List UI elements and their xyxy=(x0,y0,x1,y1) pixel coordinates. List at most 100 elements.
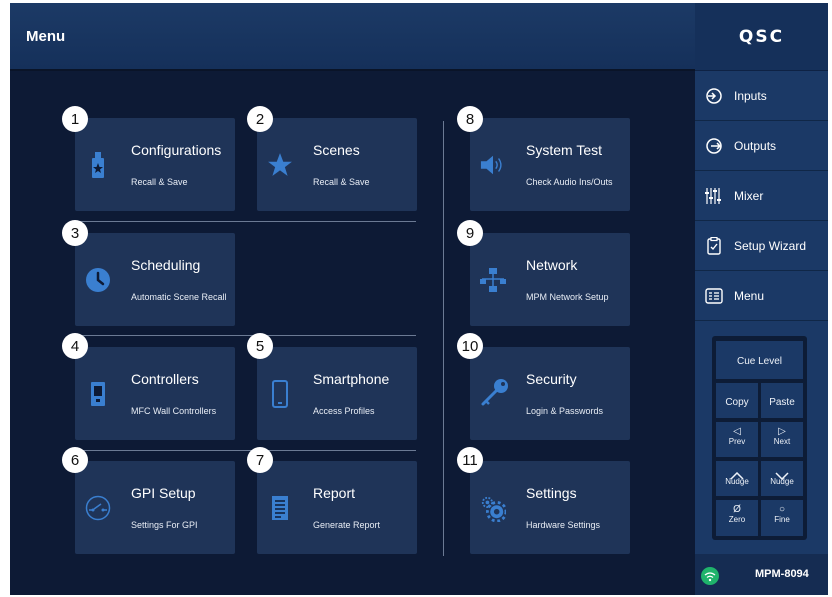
tile-number-badge: 4 xyxy=(62,333,88,359)
mixer-faders-icon xyxy=(705,187,723,205)
tile-title: Scheduling xyxy=(131,257,201,273)
button-label: Next xyxy=(773,437,791,446)
tile-title: System Test xyxy=(526,142,602,158)
menu-grid: Configurations Recall & Save 1 Scenes Re… xyxy=(10,71,695,595)
wifi-icon[interactable] xyxy=(701,567,719,585)
star-icon xyxy=(267,152,293,178)
tile-subtitle: Automatic Scene Recall xyxy=(131,292,227,302)
next-icon: ▷ xyxy=(778,426,786,437)
button-label: Fine xyxy=(774,515,790,524)
row-divider xyxy=(75,221,416,222)
page-title: Menu xyxy=(26,28,66,45)
tile-gpi-setup[interactable]: GPI Setup Settings For GPI xyxy=(75,461,235,554)
nav-label: Menu xyxy=(734,289,765,303)
tile-subtitle: Settings For GPI xyxy=(131,520,198,530)
app-frame: Menu Configurations Recall & Save 1 Scen… xyxy=(10,3,828,595)
column-divider xyxy=(443,121,444,556)
nav-label: Inputs xyxy=(734,89,767,103)
paste-button[interactable]: Paste xyxy=(761,383,803,418)
tile-smartphone[interactable]: Smartphone Access Profiles xyxy=(257,347,417,440)
tile-subtitle: Hardware Settings xyxy=(526,520,601,530)
tile-configurations[interactable]: Configurations Recall & Save xyxy=(75,118,235,211)
tile-subtitle: Recall & Save xyxy=(131,177,188,187)
zero-button[interactable]: Ø Zero xyxy=(716,500,758,536)
key-icon xyxy=(480,377,510,407)
tile-title: Smartphone xyxy=(313,371,390,387)
button-label: Paste xyxy=(769,397,795,408)
nudge-down-button[interactable]: Nudge xyxy=(761,461,803,496)
tile-subtitle: Generate Report xyxy=(313,520,381,530)
tile-subtitle: Check Audio Ins/Outs xyxy=(526,177,613,187)
gears-icon xyxy=(480,495,506,522)
clock-icon xyxy=(85,267,111,293)
tile-subtitle: MPM Network Setup xyxy=(526,292,609,302)
tile-title: GPI Setup xyxy=(131,485,196,501)
tile-number-badge: 8 xyxy=(457,106,483,132)
tile-title: Security xyxy=(526,371,577,387)
smartphone-icon xyxy=(267,380,293,408)
fine-icon: ○ xyxy=(778,504,786,515)
tile-title: Configurations xyxy=(131,142,222,158)
chevron-up-icon xyxy=(716,467,758,480)
input-arrow-icon xyxy=(705,87,723,105)
tile-subtitle: Access Profiles xyxy=(313,406,375,416)
tile-title: Controllers xyxy=(131,371,199,387)
nav-setup-wizard[interactable]: Setup Wizard xyxy=(695,221,828,271)
tile-subtitle: MFC Wall Controllers xyxy=(131,406,217,416)
tile-settings[interactable]: Settings Hardware Settings xyxy=(470,461,630,554)
wizard-clipboard-icon xyxy=(705,236,723,255)
cue-level-button[interactable]: Cue Level xyxy=(716,341,803,379)
speaker-icon xyxy=(480,152,506,178)
nav-outputs[interactable]: Outputs xyxy=(695,121,828,171)
nav-mixer[interactable]: Mixer xyxy=(695,171,828,221)
nav-menu[interactable]: Menu xyxy=(695,271,828,321)
zero-icon: Ø xyxy=(733,504,741,515)
tile-title: Report xyxy=(313,485,356,501)
button-label: Cue Level xyxy=(736,356,783,367)
header-bar: Menu xyxy=(10,3,695,71)
brand-area: QSC xyxy=(695,3,828,71)
chevron-down-icon xyxy=(761,467,803,481)
tile-number-badge: 7 xyxy=(247,447,273,473)
fine-button[interactable]: ○ Fine xyxy=(761,500,803,536)
qsc-logo: QSC xyxy=(738,26,785,47)
cue-controls: Cue Level Copy Paste ◁ Prev ▷ Next Nudge xyxy=(712,336,807,540)
output-arrow-icon xyxy=(705,137,723,155)
tile-title: Scenes xyxy=(313,142,360,158)
prev-icon: ◁ xyxy=(733,426,741,437)
gpi-switch-icon xyxy=(85,495,111,521)
prev-button[interactable]: ◁ Prev xyxy=(716,422,758,457)
network-icon xyxy=(480,267,506,293)
nav-label: Mixer xyxy=(734,189,764,203)
tile-report[interactable]: Report Generate Report xyxy=(257,461,417,554)
button-label: Copy xyxy=(725,397,749,408)
tile-scenes[interactable]: Scenes Recall & Save xyxy=(257,118,417,211)
tile-number-badge: 2 xyxy=(247,106,273,132)
menu-list-icon xyxy=(705,287,723,305)
tile-security[interactable]: Security Login & Passwords xyxy=(470,347,630,440)
row-divider xyxy=(75,335,416,336)
next-button[interactable]: ▷ Next xyxy=(761,422,803,457)
tile-title: Network xyxy=(526,257,578,273)
tile-system-test[interactable]: System Test Check Audio Ins/Outs xyxy=(470,118,630,211)
right-sidebar: QSC Inputs Outputs Mixer Setup Wizard Me… xyxy=(695,3,828,595)
button-label: Zero xyxy=(728,515,746,524)
row-divider xyxy=(75,450,416,451)
tile-title: Settings xyxy=(526,485,577,501)
status-bar: MPM-8094 xyxy=(695,554,828,595)
button-label: Prev xyxy=(728,437,746,446)
wall-controller-icon xyxy=(85,381,111,407)
tile-scheduling[interactable]: Scheduling Automatic Scene Recall xyxy=(75,233,235,326)
tile-subtitle: Login & Passwords xyxy=(526,406,604,416)
document-icon xyxy=(267,495,293,521)
nav-label: Setup Wizard xyxy=(734,239,807,253)
tile-network[interactable]: Network MPM Network Setup xyxy=(470,233,630,326)
tile-subtitle: Recall & Save xyxy=(313,177,370,187)
nudge-up-button[interactable]: Nudge xyxy=(716,461,758,496)
nav-inputs[interactable]: Inputs xyxy=(695,71,828,121)
button-label: Nudge xyxy=(770,477,794,486)
device-model: MPM-8094 xyxy=(755,568,809,580)
tile-number-badge: 11 xyxy=(457,447,483,473)
copy-button[interactable]: Copy xyxy=(716,383,758,418)
tile-controllers[interactable]: Controllers MFC Wall Controllers xyxy=(75,347,235,440)
